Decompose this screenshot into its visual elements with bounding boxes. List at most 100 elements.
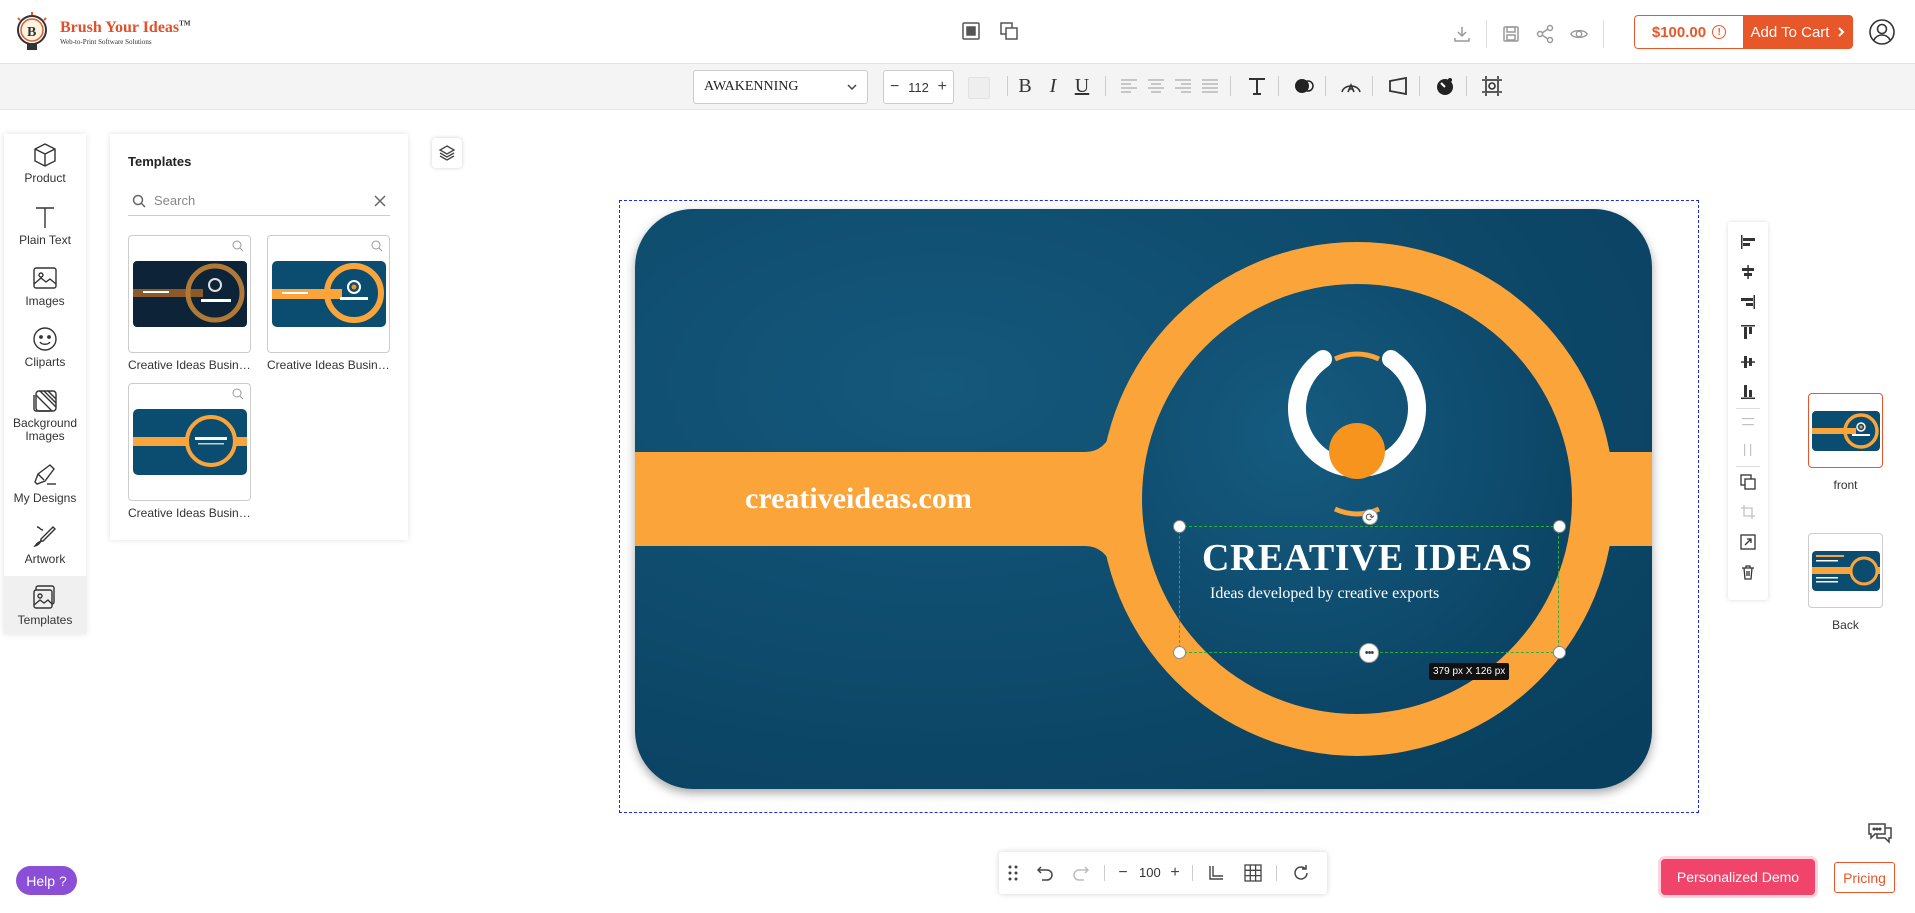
price-display[interactable]: $100.00 ! (1634, 15, 1743, 49)
more-options-icon[interactable]: ••• (1359, 643, 1379, 663)
bold-button[interactable]: B (1013, 74, 1037, 98)
align-justify-icon[interactable] (1198, 74, 1222, 98)
layer-backward-icon[interactable] (998, 20, 1020, 42)
layer-forward-icon[interactable] (960, 20, 982, 42)
grid-icon[interactable] (1243, 863, 1263, 883)
reset-icon[interactable] (1291, 863, 1311, 883)
align-right-icon[interactable] (1171, 74, 1195, 98)
distribute-vertical-icon[interactable] (1738, 440, 1758, 460)
italic-button[interactable]: I (1041, 74, 1065, 98)
preview-icon[interactable] (1569, 24, 1589, 44)
font-size-increment[interactable]: + (938, 78, 947, 96)
align-horizontal-center-icon[interactable] (1738, 262, 1758, 282)
perspective-icon[interactable] (1386, 74, 1410, 98)
help-button[interactable]: Help ? (16, 866, 77, 895)
template-card[interactable]: Creative Ideas Business Card (267, 235, 390, 372)
page-back[interactable]: Back (1808, 533, 1883, 632)
sidebar-item-plain-text[interactable]: Plain Text (4, 204, 86, 260)
add-to-cart-button[interactable]: Add To Cart (1743, 15, 1853, 49)
font-family-select[interactable]: AWAKENNING (693, 70, 868, 104)
background-icon (33, 390, 57, 412)
drag-handle-icon[interactable] (1003, 863, 1023, 883)
template-preview (271, 261, 386, 327)
resize-handle-top-right[interactable] (1553, 520, 1566, 533)
top-bar: B Brush Your IdeasTM Web-to-Print Softwa… (0, 0, 1915, 64)
text-icon (36, 207, 54, 228)
website-text[interactable]: creativeideas.com (745, 482, 972, 516)
save-icon[interactable] (1501, 24, 1521, 44)
font-size-value[interactable]: 112 (908, 80, 929, 95)
chat-icon[interactable] (1865, 818, 1895, 846)
account-icon[interactable] (1868, 18, 1896, 46)
sidebar-item-templates[interactable]: Templates (4, 576, 86, 634)
zoom-icon[interactable] (232, 240, 244, 252)
divider (1007, 76, 1008, 96)
download-icon[interactable] (1452, 24, 1472, 44)
delete-icon[interactable] (1738, 562, 1758, 582)
zoom-in-button[interactable]: + (1165, 863, 1185, 883)
sidebar-item-artwork[interactable]: Artwork (4, 523, 86, 579)
sidebar-item-label: Background Images (12, 416, 78, 443)
sidebar-item-cliparts[interactable]: Cliparts (4, 326, 86, 382)
font-size-stepper[interactable]: − 112 + (883, 70, 954, 104)
resize-handle-bottom-left[interactable] (1173, 646, 1186, 659)
close-icon[interactable] (374, 194, 386, 207)
effects-icon[interactable] (1433, 74, 1457, 98)
search-input[interactable] (154, 193, 366, 208)
price-info-icon[interactable]: ! (1712, 25, 1727, 39)
align-top-edge-icon[interactable] (1738, 322, 1758, 342)
resize-handle-bottom-right[interactable] (1553, 646, 1566, 659)
sidebar-item-product[interactable]: Product (4, 142, 86, 198)
rotate-handle-icon[interactable]: ⟳ (1362, 509, 1378, 525)
zoom-out-button[interactable]: − (1113, 863, 1133, 883)
template-thumbnail[interactable] (267, 235, 390, 353)
page-thumbnail[interactable] (1808, 533, 1883, 608)
template-thumbnail[interactable] (128, 235, 251, 353)
align-center-icon[interactable] (1144, 74, 1168, 98)
page-preview (1811, 550, 1880, 591)
cube-icon (34, 143, 56, 167)
duplicate-icon[interactable] (1738, 472, 1758, 492)
resize-handle-top-left[interactable] (1173, 520, 1186, 533)
redo-icon[interactable] (1071, 863, 1091, 883)
share-icon[interactable] (1535, 24, 1555, 44)
align-vertical-center-icon[interactable] (1738, 352, 1758, 372)
zoom-level[interactable]: 100 (1139, 865, 1161, 880)
position-icon[interactable] (1480, 74, 1504, 98)
template-thumbnail[interactable] (128, 383, 251, 501)
price-value: $100.00 (1651, 23, 1707, 41)
divider (1105, 76, 1106, 96)
personalized-demo-button[interactable]: Personalized Demo (1661, 859, 1815, 895)
brand-logo[interactable]: B Brush Your IdeasTM Web-to-Print Softwa… (12, 10, 190, 54)
undo-icon[interactable] (1035, 863, 1055, 883)
text-style-icon[interactable] (1245, 74, 1269, 98)
zoom-icon[interactable] (232, 388, 244, 400)
selection-box[interactable] (1179, 526, 1559, 653)
zoom-icon[interactable] (371, 240, 383, 252)
color-fill-icon[interactable] (1292, 74, 1316, 98)
text-color-swatch[interactable] (968, 77, 990, 99)
distribute-horizontal-icon[interactable] (1738, 412, 1758, 432)
align-left-icon[interactable] (1117, 74, 1141, 98)
ruler-icon[interactable] (1206, 863, 1226, 883)
align-right-edge-icon[interactable] (1738, 292, 1758, 312)
align-bottom-edge-icon[interactable] (1738, 382, 1758, 402)
sidebar-item-my-designs[interactable]: My Designs (4, 462, 86, 518)
page-thumbnail[interactable] (1808, 393, 1883, 468)
template-card[interactable]: Creative Ideas Business Card (128, 383, 251, 520)
font-size-decrement[interactable]: − (890, 78, 899, 96)
sidebar-item-background-images[interactable]: Background Images (4, 387, 86, 457)
underline-button[interactable]: U (1070, 74, 1094, 98)
crop-icon[interactable] (1738, 502, 1758, 522)
text-arc-icon[interactable] (1339, 74, 1363, 98)
layers-button[interactable] (432, 138, 462, 168)
sidebar-item-images[interactable]: Images (4, 265, 86, 321)
divider (1466, 76, 1467, 96)
template-card[interactable]: Creative Ideas Business Card (128, 235, 251, 372)
page-front[interactable]: front (1808, 393, 1883, 492)
chevron-down-icon (847, 84, 857, 91)
sidebar-item-label: Plain Text (19, 233, 71, 247)
resize-icon[interactable] (1738, 532, 1758, 552)
pricing-button[interactable]: Pricing (1834, 862, 1895, 893)
align-left-edge-icon[interactable] (1738, 232, 1758, 252)
